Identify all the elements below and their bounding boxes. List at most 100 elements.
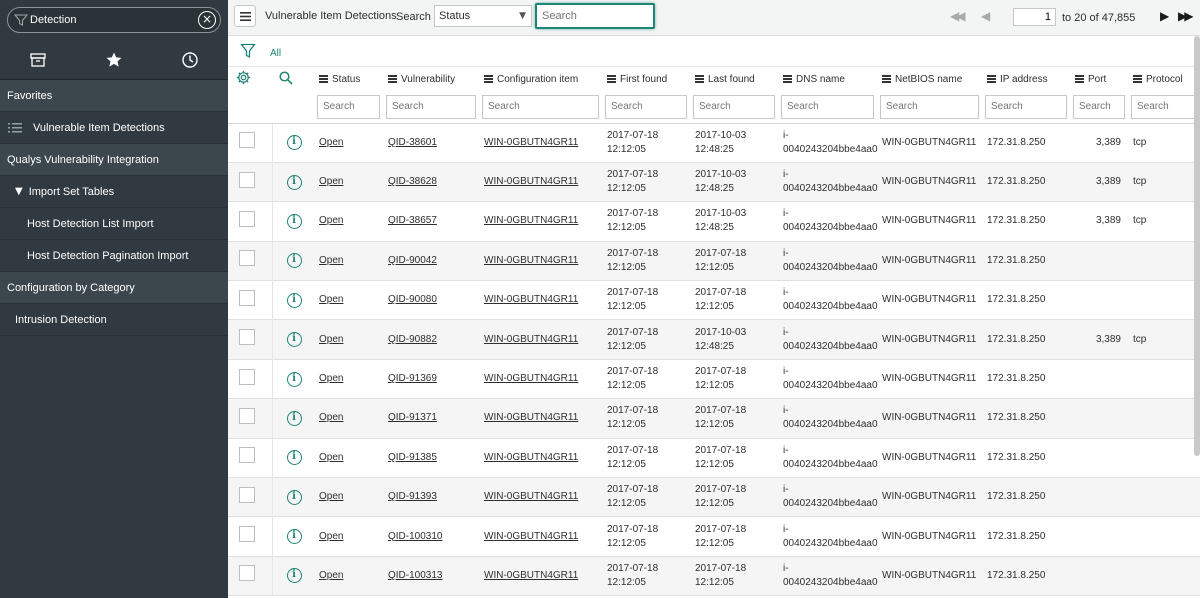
configuration-item-link[interactable]: WIN-0GBUTN4GR11 xyxy=(484,215,578,226)
row-checkbox[interactable] xyxy=(239,210,255,227)
column-search-protocol[interactable] xyxy=(1131,94,1200,119)
configuration-item-link[interactable]: WIN-0GBUTN4GR11 xyxy=(484,570,578,581)
row-checkbox[interactable] xyxy=(239,526,255,543)
vulnerability-link[interactable]: QID-91371 xyxy=(388,412,437,423)
column-search-last-found[interactable] xyxy=(693,94,775,119)
column-search-vulnerability[interactable] xyxy=(386,94,476,119)
vulnerability-link[interactable]: QID-90042 xyxy=(388,255,437,266)
vulnerability-link[interactable]: QID-100310 xyxy=(388,531,442,542)
table-row[interactable]: i Open QID-90080 WIN-0GBUTN4GR11 2017-07-18 1… xyxy=(228,280,1200,320)
table-row[interactable]: i Open QID-90042 WIN-0GBUTN4GR11 2017-07-18 1… xyxy=(228,241,1200,281)
info-icon[interactable]: i xyxy=(286,213,302,229)
column-search-ip-address[interactable] xyxy=(985,94,1067,119)
status-link[interactable]: Open xyxy=(319,334,343,345)
list-search-input[interactable] xyxy=(535,3,655,29)
configuration-item-link[interactable]: WIN-0GBUTN4GR11 xyxy=(484,452,578,463)
page-number-input[interactable] xyxy=(1013,8,1056,26)
info-icon[interactable]: i xyxy=(286,174,302,190)
info-icon[interactable]: i xyxy=(286,529,302,545)
status-link[interactable]: Open xyxy=(319,452,343,463)
row-checkbox[interactable] xyxy=(239,407,255,424)
column-search-status[interactable] xyxy=(317,94,380,119)
column-header-protocol[interactable]: Protocol xyxy=(1129,67,1200,91)
status-link[interactable]: Open xyxy=(319,294,343,305)
nav-item-host-detection-list-import[interactable]: Host Detection List Import xyxy=(0,208,228,240)
status-link[interactable]: Open xyxy=(319,491,343,502)
search-field-select[interactable]: Status ▼ xyxy=(434,5,532,27)
gear-icon[interactable] xyxy=(236,70,251,85)
nav-item-intrusion-detection[interactable]: Intrusion Detection xyxy=(0,304,228,336)
table-row[interactable]: i Open QID-100310 WIN-0GBUTN4GR11 2017-07-18… xyxy=(228,516,1200,557)
tab-history[interactable] xyxy=(152,40,228,79)
row-checkbox[interactable] xyxy=(239,368,255,385)
column-header-first-found[interactable]: First found xyxy=(603,67,691,91)
breadcrumb-all[interactable]: All xyxy=(270,48,281,59)
clear-filter-icon[interactable]: × xyxy=(198,11,216,29)
row-checkbox[interactable] xyxy=(239,132,255,149)
configuration-item-link[interactable]: WIN-0GBUTN4GR11 xyxy=(484,412,578,423)
column-menu-icon[interactable] xyxy=(319,74,328,85)
configuration-item-link[interactable]: WIN-0GBUTN4GR11 xyxy=(484,137,578,148)
table-row[interactable]: i Open QID-91369 WIN-0GBUTN4GR11 2017-07-18 1… xyxy=(228,359,1200,399)
table-row[interactable]: i Open QID-91385 WIN-0GBUTN4GR11 2017-07-18 1… xyxy=(228,438,1200,478)
nav-app-qualys[interactable]: Qualys Vulnerability Integration xyxy=(0,144,228,176)
status-link[interactable]: Open xyxy=(319,412,343,423)
nav-item-host-detection-pagination-import[interactable]: Host Detection Pagination Import xyxy=(0,240,228,272)
configuration-item-link[interactable]: WIN-0GBUTN4GR11 xyxy=(484,334,578,345)
row-checkbox[interactable] xyxy=(239,447,255,464)
last-page-icon[interactable]: ▶▶ xyxy=(1178,9,1194,23)
vulnerability-link[interactable]: QID-38601 xyxy=(388,137,437,148)
filter-toggle-icon[interactable] xyxy=(240,43,256,59)
column-menu-icon[interactable] xyxy=(607,74,616,85)
nav-module-import-set-tables[interactable]: ▼ Import Set Tables xyxy=(0,176,228,208)
column-header-port[interactable]: Port xyxy=(1071,67,1129,91)
vertical-scrollbar[interactable] xyxy=(1194,36,1200,456)
column-header-last-found[interactable]: Last found xyxy=(691,67,779,91)
status-link[interactable]: Open xyxy=(319,255,343,266)
vulnerability-link[interactable]: QID-91393 xyxy=(388,491,437,502)
nav-app-configuration-by-category[interactable]: Configuration by Category xyxy=(0,272,228,304)
column-header-ip-address[interactable]: IP address xyxy=(983,67,1071,91)
info-icon[interactable]: i xyxy=(286,253,302,269)
table-row[interactable]: i Open QID-90882 WIN-0GBUTN4GR11 2017-07-18 1… xyxy=(228,319,1200,360)
column-header-status[interactable]: Status xyxy=(315,67,384,91)
info-icon[interactable]: i xyxy=(286,450,302,466)
configuration-item-link[interactable]: WIN-0GBUTN4GR11 xyxy=(484,176,578,187)
info-icon[interactable]: i xyxy=(286,292,302,308)
column-search-configuration-item[interactable] xyxy=(482,94,599,119)
nav-item-vulnerable-item-detections[interactable]: Vulnerable Item Detections xyxy=(0,112,228,144)
vulnerability-link[interactable]: QID-38628 xyxy=(388,176,437,187)
table-row[interactable]: i Open QID-38601 WIN-0GBUTN4GR11 2017-07-18 1… xyxy=(228,123,1200,163)
configuration-item-link[interactable]: WIN-0GBUTN4GR11 xyxy=(484,531,578,542)
navigator-filter-input[interactable] xyxy=(30,8,195,32)
column-menu-icon[interactable] xyxy=(484,74,493,85)
column-search-port[interactable] xyxy=(1073,94,1125,119)
vulnerability-link[interactable]: QID-100313 xyxy=(388,570,442,581)
first-page-icon[interactable]: ◀◀ xyxy=(950,9,966,23)
column-menu-icon[interactable] xyxy=(1075,74,1084,85)
column-search-first-found[interactable] xyxy=(605,94,687,119)
info-icon[interactable]: i xyxy=(286,135,302,151)
column-header-configuration-item[interactable]: Configuration item xyxy=(480,67,603,91)
configuration-item-link[interactable]: WIN-0GBUTN4GR11 xyxy=(484,255,578,266)
search-icon[interactable] xyxy=(279,70,293,85)
row-checkbox[interactable] xyxy=(239,486,255,503)
configuration-item-link[interactable]: WIN-0GBUTN4GR11 xyxy=(484,373,578,384)
info-icon[interactable]: i xyxy=(286,489,302,505)
column-menu-icon[interactable] xyxy=(388,74,397,85)
column-menu-icon[interactable] xyxy=(987,74,996,85)
vulnerability-link[interactable]: QID-38657 xyxy=(388,215,437,226)
previous-page-icon[interactable]: ◀ xyxy=(981,9,990,23)
column-search-netbios-name[interactable] xyxy=(880,94,979,119)
info-icon[interactable]: i xyxy=(286,568,302,584)
status-link[interactable]: Open xyxy=(319,570,343,581)
row-checkbox[interactable] xyxy=(239,329,255,346)
info-icon[interactable]: i xyxy=(286,371,302,387)
next-page-icon[interactable]: ▶ xyxy=(1160,9,1169,23)
info-icon[interactable]: i xyxy=(286,410,302,426)
vulnerability-link[interactable]: QID-91369 xyxy=(388,373,437,384)
tab-favorites[interactable] xyxy=(76,40,152,79)
row-checkbox[interactable] xyxy=(239,565,255,582)
status-link[interactable]: Open xyxy=(319,373,343,384)
column-menu-icon[interactable] xyxy=(783,74,792,85)
